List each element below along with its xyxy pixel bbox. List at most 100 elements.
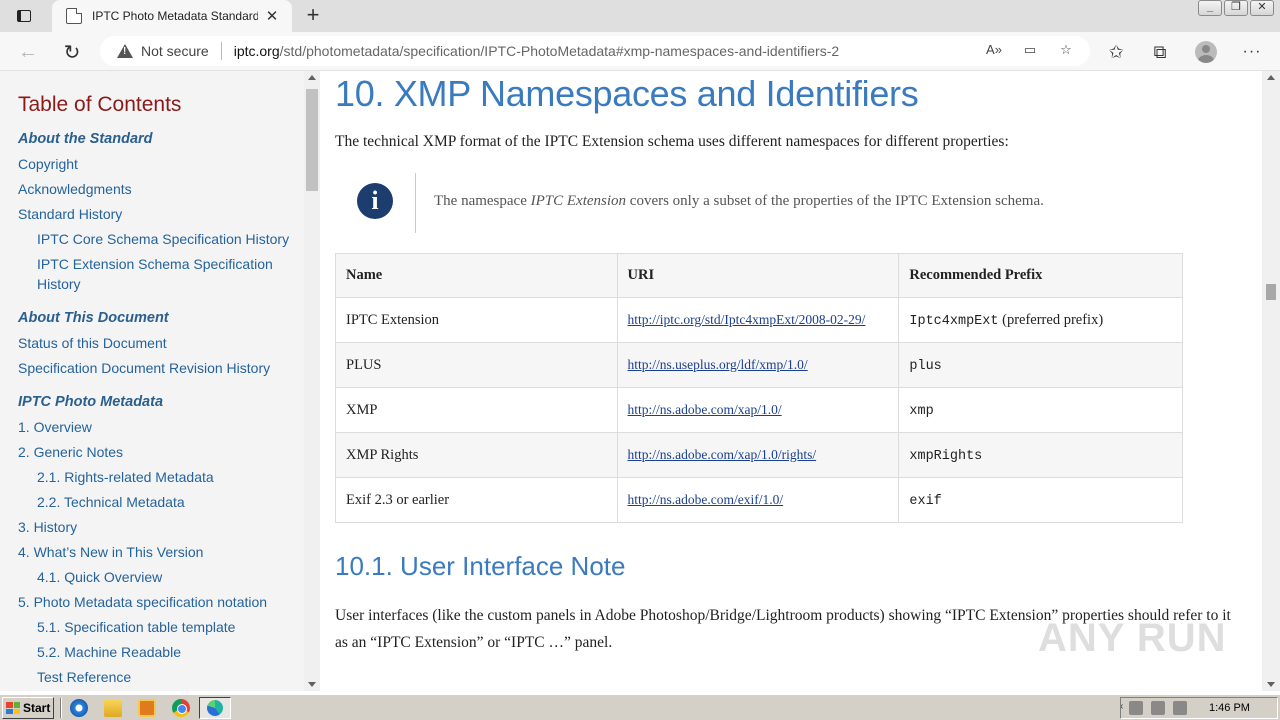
toc-link[interactable]: Status of this Document [18,333,304,353]
minimize-button[interactable]: _ [1198,0,1222,16]
scroll-down-icon[interactable] [1267,682,1275,687]
settings-menu-button[interactable]: ··· [1238,38,1266,66]
system-tray: 1:46 PM [1120,697,1278,719]
start-button[interactable]: Start [2,697,54,719]
toc-link[interactable]: 4.1. Quick Overview [18,567,304,587]
favorites-icon: ✩ [1108,41,1124,62]
anyrun-watermark: ANY RUN [1038,616,1227,660]
prefix-note: (preferred prefix) [998,311,1104,328]
flag-icon[interactable] [1173,701,1187,715]
toc-title: Table of Contents [18,93,182,116]
windows-logo-icon [6,702,20,714]
refresh-button[interactable]: ↻ [58,38,86,66]
toc-list: About the Standard Copyright Acknowledgmen… [18,129,304,687]
table-header-row: Name URI Recommended Prefix [335,253,1183,298]
taskbar-edge-button[interactable] [199,697,231,719]
note-text-end: covers only a subset of the properties o… [626,193,1044,209]
table-row: PLUS http://ns.useplus.org/ldf/xmp/1.0/pl… [335,342,1183,388]
toc-section-link[interactable]: About the Standard [18,129,304,149]
close-window-button[interactable]: ✕ [1250,0,1274,16]
table-row: IPTC Extension http://iptc.org/std/Iptc4x… [335,297,1183,343]
column-header: Recommended Prefix [898,253,1183,298]
namespace-uri-link[interactable]: http://iptc.org/std/Iptc4xmpExt/2008-02-… [628,312,866,327]
toc-link[interactable]: 4. What’s New in This Version [18,542,304,562]
browser-toolbar: ← ↻ Not secure iptc.org/std/photometadat… [0,32,1280,71]
namespace-uri-cell: http://ns.adobe.com/exif/1.0/ [616,477,900,523]
immersive-reader-icon[interactable]: ▭ [1020,42,1040,60]
section-heading: 10. XMP Namespaces and Identifiers [335,73,919,114]
namespace-uri-link[interactable]: http://ns.adobe.com/exif/1.0/ [628,492,784,507]
clock[interactable]: 1:46 PM [1209,702,1250,714]
volume-icon[interactable] [1129,701,1143,715]
address-bar[interactable]: Not secure iptc.org/std/photometadata/sp… [100,36,1090,66]
read-aloud-icon[interactable]: A» [984,42,1004,60]
intro-paragraph: The technical XMP format of the IPTC Ext… [335,133,1009,150]
toc-link[interactable]: IPTC Extension Schema Specification Hist… [18,254,304,294]
scroll-up-icon[interactable] [308,75,316,80]
namespace-uri-link[interactable]: http://ns.useplus.org/ldf/xmp/1.0/ [628,357,808,372]
namespace-uri-cell: http://ns.adobe.com/xap/1.0/rights/ [616,432,900,478]
column-header: Name [335,253,618,298]
prefix-code: plus [909,358,942,374]
page-scrollbar[interactable] [1262,71,1280,691]
toc-section-link[interactable]: IPTC Photo Metadata [18,392,304,412]
namespace-name: IPTC Extension [335,297,618,343]
toc-link[interactable]: 1. Overview [18,417,304,437]
url-domain: iptc.org [233,43,280,59]
tab-close-button[interactable]: ✕ [264,7,280,25]
toc-link[interactable]: Specification Document Revision History [18,358,304,378]
scroll-up-icon[interactable] [1267,75,1275,80]
security-label[interactable]: Not secure [141,43,209,59]
restore-button[interactable]: ❐ [1224,0,1248,16]
page-scroll-thumb[interactable] [1266,284,1276,300]
back-button[interactable]: ← [14,38,42,66]
toc-scrollbar[interactable] [304,71,320,691]
taskbar-separator [60,698,62,718]
internet-explorer-icon[interactable] [70,699,88,717]
tab-panel-icon [17,10,31,22]
toc-link[interactable]: 5.2. Machine Readable [18,642,304,662]
favorites-button[interactable]: ✩ [1102,38,1130,66]
toc-link[interactable]: 5.1. Specification table template [18,617,304,637]
toc-link[interactable]: Copyright [18,154,304,174]
browser-tab[interactable]: IPTC Photo Metadata Standard ✕ [52,0,292,32]
add-favorite-icon[interactable]: ☆ [1056,42,1076,60]
toc-link[interactable]: 3. History [18,517,304,537]
collections-icon: ⧉ [1153,41,1167,62]
more-icon: ··· [1242,43,1262,60]
toc-link[interactable]: Standard History [18,204,304,224]
new-tab-button[interactable]: + [300,3,326,29]
folder-icon[interactable] [104,699,122,717]
profile-button[interactable] [1192,38,1220,66]
page-favicon-icon [66,8,82,24]
toc-link[interactable]: 2.2. Technical Metadata [18,492,304,512]
toc-link[interactable]: 2. Generic Notes [18,442,304,462]
chrome-icon[interactable] [172,699,190,717]
namespace-uri-link[interactable]: http://ns.adobe.com/xap/1.0/rights/ [628,447,817,462]
table-row: Exif 2.3 or earlier http://ns.adobe.com/e… [335,477,1183,523]
toc-section-link[interactable]: About This Document [18,308,304,328]
table-body: IPTC Extension http://iptc.org/std/Iptc4x… [335,297,1183,523]
media-player-icon[interactable] [138,699,156,717]
toc-link[interactable]: IPTC Core Schema Specification History [18,229,304,249]
toc-link[interactable]: 5. Photo Metadata specification notation [18,592,304,612]
toc-link[interactable]: 2.1. Rights-related Metadata [18,467,304,487]
toc-link[interactable]: Test Reference [18,667,304,687]
collections-button[interactable]: ⧉ [1146,38,1174,66]
table-of-contents: Table of Contents About the Standard Copy… [0,71,304,691]
note-divider [415,173,416,233]
taskbar: Start ‹ 1:46 PM [0,694,1280,720]
prefix-cell: plus [898,342,1183,388]
tab-strip: IPTC Photo Metadata Standard ✕ + _ ❐ ✕ [0,0,1280,32]
toc-scroll-thumb[interactable] [306,89,318,191]
refresh-icon: ↻ [63,41,81,64]
namespace-uri-link[interactable]: http://ns.adobe.com/xap/1.0/ [628,402,782,417]
toc-link[interactable]: Acknowledgments [18,179,304,199]
scroll-down-icon[interactable] [308,682,316,687]
table-row: XMP Rights http://ns.adobe.com/xap/1.0/ri… [335,432,1183,478]
network-icon[interactable] [1151,701,1165,715]
namespace-name: XMP Rights [335,432,618,478]
url-text[interactable]: iptc.org/std/photometadata/specification… [234,43,839,59]
back-arrow-icon: ← [18,40,38,63]
tab-actions-menu-button[interactable] [8,4,40,28]
